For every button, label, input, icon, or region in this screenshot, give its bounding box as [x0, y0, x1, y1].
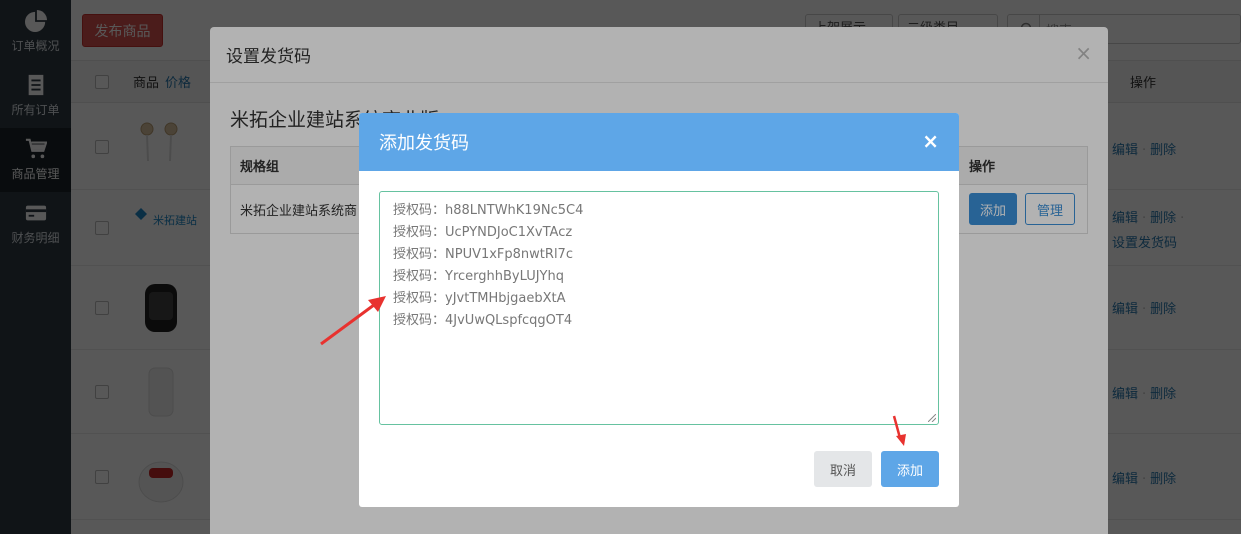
add-shipping-code-modal: 添加发货码 × 授权码：h88LNTWhK19Nc5C4 授权码：UcPYNDJ… [359, 113, 959, 507]
cancel-button[interactable]: 取消 [814, 451, 872, 487]
modal-title: 添加发货码 [379, 133, 469, 154]
add-button[interactable]: 添加 [881, 451, 939, 487]
resize-handle-icon[interactable] [928, 414, 936, 422]
code-line: 授权码：yJvtTMHbjgaebXtA [393, 291, 566, 306]
code-line: 授权码：UcPYNDJoC1XvTAcz [393, 225, 573, 240]
shipping-codes-textarea[interactable]: 授权码：h88LNTWhK19Nc5C4 授权码：UcPYNDJoC1XvTAc… [379, 191, 939, 425]
code-line: 授权码：NPUV1xFp8nwtRl7c [393, 247, 573, 262]
code-line: 授权码：h88LNTWhK19Nc5C4 [393, 203, 584, 218]
close-icon[interactable]: × [922, 129, 939, 153]
code-line: 授权码：YrcerghhByLUJYhq [393, 269, 564, 284]
code-line: 授权码：4JvUwQLspfcqgOT4 [393, 313, 573, 328]
modal-header: 添加发货码 × [359, 113, 959, 171]
